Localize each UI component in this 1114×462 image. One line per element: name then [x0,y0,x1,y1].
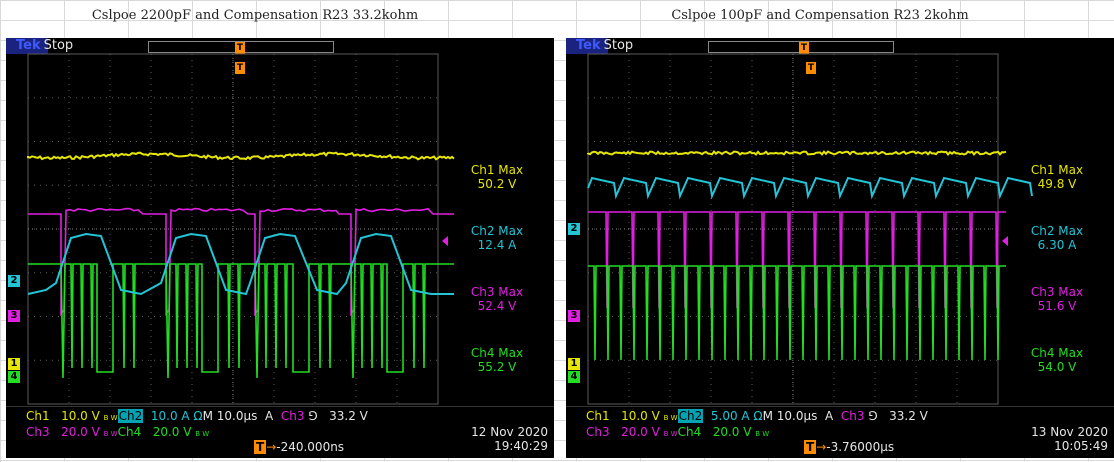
measurement-ch3-max: Ch3 Max 52.4 V [470,285,524,313]
oscilloscope-screenshot-right: Tek Stop T T Ch1 Max 49.8 V Ch2 Max 6.30 A … [566,38,1114,458]
measurement-ch2-max: Ch2 Max 12.4 A [470,224,524,252]
trigger-level-arrow [1002,236,1008,246]
ch3-ground-marker: 3 [8,310,20,322]
ch2-ground-marker: 2 [568,223,580,235]
ch4-ground-marker: 4 [8,371,20,383]
ch4-ground-marker: 4 [568,371,580,383]
trigger-level-arrow [442,236,448,246]
ch2-ground-marker: 2 [8,275,20,287]
datetime: 13 Nov 2020 10:05:49 [1031,425,1108,453]
measurement-ch4-max: Ch4 Max 55.2 V [470,346,524,374]
oscilloscope-screenshot-left: Tek Stop T T Ch1 Max 50.2 V Ch2 Max 12.4 A … [6,38,554,458]
trigger-position-readout: T →-3.76000µs [804,440,895,454]
settings-row-1: Ch1 10.0 V B WCh2 10.0 A ΩM 10.0µs A Ch3… [26,409,368,423]
datetime: 12 Nov 2020 19:40:29 [471,425,548,453]
ch1-ground-marker: 1 [568,358,580,370]
measurement-ch3-max: Ch3 Max 51.6 V [1030,285,1084,313]
trigger-position-readout: T →-240.000ns [254,440,345,454]
measurement-ch4-max: Ch4 Max 54.0 V [1030,346,1084,374]
ch4-waveform [588,265,1006,361]
ch1-ground-marker: 1 [8,358,20,370]
caption-left: Cslpoe 2200pF and Compensation R23 33.2k… [91,8,419,23]
settings-panel: Ch1 10.0 V B WCh2 10.0 A ΩM 10.0µs A Ch3… [6,406,554,458]
measurement-ch1-max: Ch1 Max 50.2 V [470,163,524,191]
measurement-ch2-max: Ch2 Max 6.30 A [1030,224,1084,252]
measurement-ch1-max: Ch1 Max 49.8 V [1030,163,1084,191]
ch4-waveform [28,263,454,379]
settings-panel: Ch1 10.0 V B WCh2 5.00 A ΩM 10.0µs A Ch3… [566,406,1114,458]
caption-right: Cslpoe 100pF and Compensation R23 2kohm [671,8,969,23]
ch3-waveform [588,211,1006,309]
ch3-ground-marker: 3 [568,310,580,322]
settings-row-2: Ch3 20.0 V B WCh4 20.0 V B W [586,425,770,439]
settings-row-2: Ch3 20.0 V B WCh4 20.0 V B W [26,425,210,439]
ch2-waveform [587,176,1033,200]
ch1-waveform [587,150,1007,156]
ch1-waveform [27,151,455,161]
settings-row-1: Ch1 10.0 V B WCh2 5.00 A ΩM 10.0µs A Ch3… [586,409,928,423]
